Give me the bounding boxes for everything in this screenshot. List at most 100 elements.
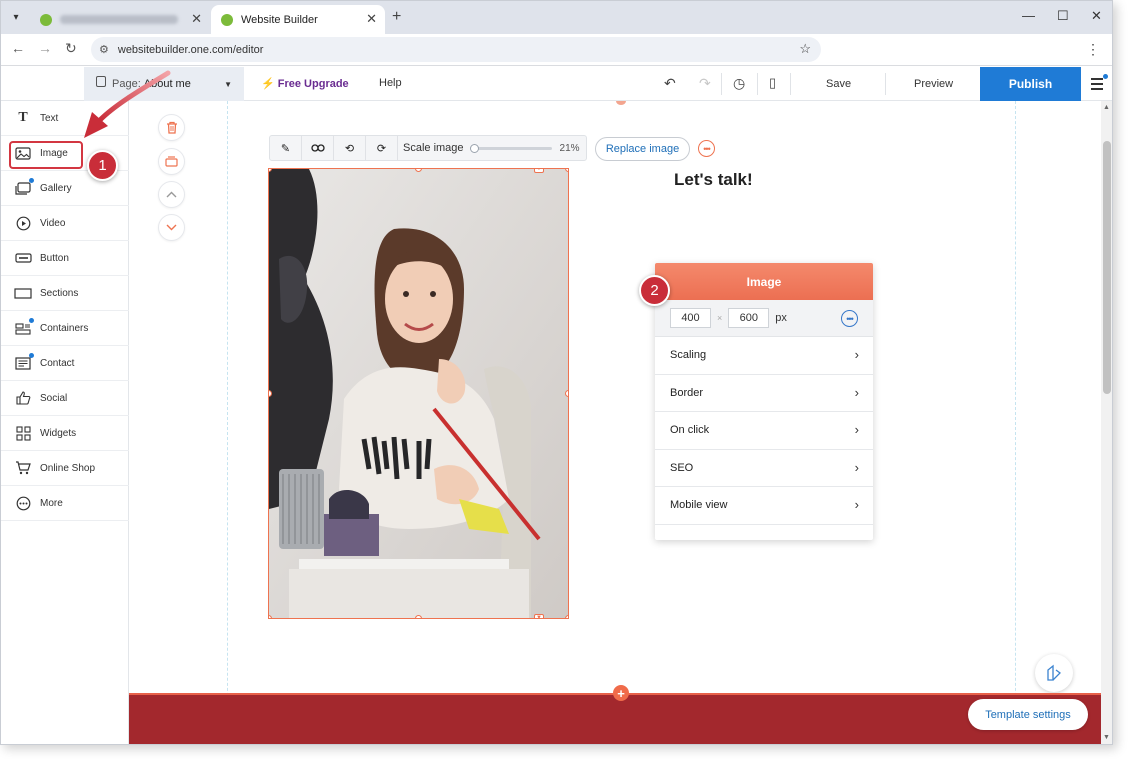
- favicon-icon: [221, 13, 233, 26]
- image-toolbar: ✎ ⟲ ⟳ Scale image 21%: [269, 135, 587, 161]
- replace-image-button[interactable]: Replace image: [595, 137, 690, 161]
- sidebar-item-text[interactable]: T Text: [1, 101, 129, 136]
- tab-inactive[interactable]: ✕: [30, 5, 210, 34]
- minimize-icon[interactable]: —: [1022, 8, 1035, 23]
- scale-label: Scale image: [403, 142, 464, 154]
- close-tab-icon[interactable]: ✕: [191, 11, 202, 27]
- move-up-icon[interactable]: [158, 181, 185, 208]
- scrollbar[interactable]: ▲ ▼: [1101, 101, 1112, 744]
- sidebar-item-widgets[interactable]: Widgets: [1, 416, 129, 451]
- height-input[interactable]: 600: [728, 308, 770, 328]
- address-bar[interactable]: ⚙ websitebuilder.one.com/editor ☆: [91, 37, 821, 62]
- row-label: On click: [670, 424, 710, 437]
- panel-title: Image: [655, 263, 873, 300]
- free-upgrade-link[interactable]: ⚡ Free Upgrade: [261, 77, 349, 90]
- chevron-down-icon[interactable]: ▼: [534, 614, 544, 618]
- forward-icon[interactable]: →: [38, 40, 52, 56]
- save-button[interactable]: Save: [826, 78, 851, 90]
- sidebar-item-label: Containers: [40, 322, 89, 334]
- chevron-down-icon[interactable]: ▼: [534, 169, 544, 173]
- page-icon: [96, 75, 106, 87]
- tab-search-icon[interactable]: ▾: [7, 8, 25, 26]
- mobile-preview-icon[interactable]: ▯: [769, 75, 776, 91]
- rotate-left-icon[interactable]: ⟲: [334, 136, 366, 160]
- site-info-icon[interactable]: ⚙: [99, 43, 109, 56]
- scroll-thumb[interactable]: [1103, 141, 1111, 394]
- panel-row-scaling[interactable]: Scaling ›: [655, 337, 873, 375]
- layers-icon[interactable]: [158, 148, 185, 175]
- sidebar-item-social[interactable]: Social: [1, 381, 129, 416]
- sidebar-item-video[interactable]: Video: [1, 206, 129, 241]
- scale-slider-knob[interactable]: [469, 143, 479, 153]
- theme-brush-icon[interactable]: [1035, 654, 1073, 692]
- panel-row-border[interactable]: Border ›: [655, 375, 873, 412]
- tab-website-builder[interactable]: Website Builder ✕: [211, 5, 385, 34]
- back-icon[interactable]: ←: [11, 40, 25, 56]
- containers-icon: [14, 318, 34, 335]
- add-section-icon[interactable]: +: [613, 685, 629, 701]
- editor-canvas[interactable]: ✎ ⟲ ⟳ Scale image 21% Replace image ••• …: [129, 101, 1101, 744]
- more-icon: [14, 496, 32, 510]
- sidebar-item-label: Online Shop: [40, 462, 96, 474]
- template-settings-button[interactable]: Template settings: [968, 699, 1088, 730]
- new-tab-button[interactable]: +: [392, 8, 401, 26]
- row-label: Border: [670, 386, 704, 399]
- panel-row-on-click[interactable]: On click ›: [655, 412, 873, 450]
- resize-handle[interactable]: [269, 615, 272, 618]
- sidebar-item-label: Button: [40, 252, 69, 264]
- panel-row-mobile-view[interactable]: Mobile view ›: [655, 487, 873, 525]
- sidebar-item-button[interactable]: Button: [1, 241, 129, 276]
- more-options-icon[interactable]: •••: [698, 140, 715, 157]
- scale-slider[interactable]: [469, 143, 552, 153]
- scroll-up-icon[interactable]: ▲: [1103, 104, 1110, 111]
- undo-icon[interactable]: ↶: [664, 75, 676, 92]
- page-heading[interactable]: Let's talk!: [674, 170, 753, 190]
- chevron-right-icon: ›: [854, 497, 859, 512]
- history-icon[interactable]: ◷: [733, 75, 745, 92]
- resize-handle[interactable]: [565, 169, 568, 172]
- page-selector[interactable]: Page: About me ▼: [84, 67, 244, 101]
- resize-handle[interactable]: [565, 615, 568, 618]
- link-icon[interactable]: [302, 136, 334, 160]
- redo-icon[interactable]: ↷: [699, 75, 711, 92]
- sidebar-item-more[interactable]: More: [1, 486, 129, 521]
- menu-icon[interactable]: [1091, 74, 1108, 93]
- page-name: About me: [143, 78, 191, 90]
- reload-icon[interactable]: ↻: [65, 40, 77, 57]
- url-text: websitebuilder.one.com/editor: [117, 43, 264, 56]
- footer-section[interactable]: [129, 693, 1101, 744]
- sidebar-item-containers[interactable]: Containers: [1, 311, 129, 346]
- separator: [721, 73, 722, 95]
- close-window-icon[interactable]: ✕: [1091, 8, 1102, 24]
- unit-label: px: [775, 312, 787, 324]
- selected-image[interactable]: ▼ ▼: [268, 168, 569, 619]
- section-handle[interactable]: [616, 101, 626, 105]
- image-highlight-box: [9, 141, 83, 169]
- resize-handle[interactable]: [565, 390, 568, 397]
- size-options-icon[interactable]: •••: [841, 310, 858, 327]
- sidebar-item-sections[interactable]: Sections: [1, 276, 129, 311]
- cart-icon: [14, 461, 32, 475]
- row-label: Scaling: [670, 349, 707, 362]
- preview-button[interactable]: Preview: [914, 78, 953, 90]
- browser-menu-icon[interactable]: ⋮: [1086, 41, 1100, 58]
- page-label: Page:: [112, 78, 141, 90]
- portrait-photo: [269, 169, 568, 618]
- bookmark-star-icon[interactable]: ☆: [799, 41, 811, 57]
- sidebar-item-online-shop[interactable]: Online Shop: [1, 451, 129, 486]
- close-tab-icon[interactable]: ✕: [366, 11, 377, 27]
- sidebar-item-label: Social: [40, 392, 68, 404]
- scroll-down-icon[interactable]: ▼: [1103, 734, 1110, 741]
- button-icon: [14, 251, 32, 265]
- panel-row-seo[interactable]: SEO ›: [655, 450, 873, 487]
- maximize-icon[interactable]: ☐: [1057, 8, 1069, 24]
- resize-handle[interactable]: [415, 615, 422, 618]
- rotate-right-icon[interactable]: ⟳: [366, 136, 398, 160]
- sidebar-item-contact[interactable]: Contact: [1, 346, 129, 381]
- publish-button[interactable]: Publish: [980, 67, 1081, 101]
- move-down-icon[interactable]: [158, 214, 185, 241]
- edit-pencil-icon[interactable]: ✎: [270, 136, 302, 160]
- help-link[interactable]: Help: [379, 77, 402, 89]
- width-input[interactable]: 400: [670, 308, 711, 328]
- trash-icon[interactable]: [158, 114, 185, 141]
